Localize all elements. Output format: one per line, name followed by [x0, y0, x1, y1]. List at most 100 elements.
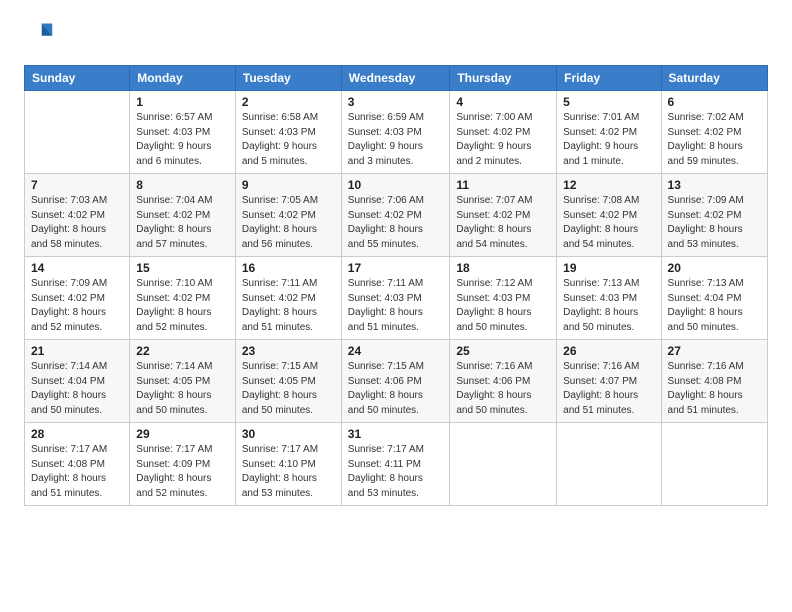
- day-number: 8: [136, 178, 229, 192]
- day-number: 16: [242, 261, 335, 275]
- day-number: 23: [242, 344, 335, 358]
- day-number: 20: [668, 261, 761, 275]
- day-info: Sunrise: 7:09 AM Sunset: 4:02 PM Dayligh…: [668, 194, 761, 252]
- day-info: Sunrise: 7:06 AM Sunset: 4:02 PM Dayligh…: [348, 194, 444, 252]
- day-number: 10: [348, 178, 444, 192]
- week-row-5: 28 Sunrise: 7:17 AM Sunset: 4:08 PM Dayli…: [25, 423, 768, 506]
- day-number: 2: [242, 95, 335, 109]
- calendar-cell: 1Sunrise: 6:57 AM Sunset: 4:03 PM Daylig…: [130, 91, 236, 174]
- day-info: Sunrise: 7:16 AM Sunset: 4:08 PM Dayligh…: [668, 360, 761, 418]
- calendar-cell: [450, 423, 557, 506]
- calendar-cell: 5Sunrise: 7:01 AM Sunset: 4:02 PM Daylig…: [557, 91, 661, 174]
- calendar-cell: 26 Sunrise: 7:16 AM Sunset: 4:07 PM Dayli…: [557, 340, 661, 423]
- page: SundayMondayTuesdayWednesdayThursdayFrid…: [0, 0, 792, 612]
- weekday-header-sunday: Sunday: [25, 66, 130, 91]
- calendar-cell: 3 Sunrise: 6:59 AM Sunset: 4:03 PM Daylig…: [341, 91, 450, 174]
- calendar-cell: 6 Sunrise: 7:02 AM Sunset: 4:02 PM Daylig…: [661, 91, 767, 174]
- calendar-cell: 19Sunrise: 7:13 AM Sunset: 4:03 PM Dayli…: [557, 257, 661, 340]
- calendar-cell: 2 Sunrise: 6:58 AM Sunset: 4:03 PM Daylig…: [235, 91, 341, 174]
- day-info: Sunrise: 7:11 AM Sunset: 4:03 PM Dayligh…: [348, 277, 444, 335]
- calendar-cell: 18Sunrise: 7:12 AM Sunset: 4:03 PM Dayli…: [450, 257, 557, 340]
- calendar-cell: 27 Sunrise: 7:16 AM Sunset: 4:08 PM Dayli…: [661, 340, 767, 423]
- day-info: Sunrise: 7:01 AM Sunset: 4:02 PM Dayligh…: [563, 111, 654, 169]
- day-info: Sunrise: 7:11 AM Sunset: 4:02 PM Dayligh…: [242, 277, 335, 335]
- calendar-table: SundayMondayTuesdayWednesdayThursdayFrid…: [24, 65, 768, 506]
- weekday-header-tuesday: Tuesday: [235, 66, 341, 91]
- calendar-cell: 10 Sunrise: 7:06 AM Sunset: 4:02 PM Dayli…: [341, 174, 450, 257]
- calendar-cell: 4 Sunrise: 7:00 AM Sunset: 4:02 PM Daylig…: [450, 91, 557, 174]
- day-info: Sunrise: 7:09 AM Sunset: 4:02 PM Dayligh…: [31, 277, 123, 335]
- calendar-cell: 22Sunrise: 7:14 AM Sunset: 4:05 PM Dayli…: [130, 340, 236, 423]
- day-number: 3: [348, 95, 444, 109]
- calendar-cell: 9 Sunrise: 7:05 AM Sunset: 4:02 PM Daylig…: [235, 174, 341, 257]
- day-info: Sunrise: 7:10 AM Sunset: 4:02 PM Dayligh…: [136, 277, 229, 335]
- day-info: Sunrise: 6:59 AM Sunset: 4:03 PM Dayligh…: [348, 111, 444, 169]
- day-info: Sunrise: 7:07 AM Sunset: 4:02 PM Dayligh…: [456, 194, 550, 252]
- week-row-3: 14 Sunrise: 7:09 AM Sunset: 4:02 PM Dayli…: [25, 257, 768, 340]
- week-row-1: 1Sunrise: 6:57 AM Sunset: 4:03 PM Daylig…: [25, 91, 768, 174]
- day-number: 24: [348, 344, 444, 358]
- calendar-cell: 30 Sunrise: 7:17 AM Sunset: 4:10 PM Dayli…: [235, 423, 341, 506]
- calendar-cell: [661, 423, 767, 506]
- calendar-cell: 14 Sunrise: 7:09 AM Sunset: 4:02 PM Dayli…: [25, 257, 130, 340]
- day-info: Sunrise: 7:03 AM Sunset: 4:02 PM Dayligh…: [31, 194, 123, 252]
- day-info: Sunrise: 7:14 AM Sunset: 4:04 PM Dayligh…: [31, 360, 123, 418]
- logo: [24, 20, 54, 53]
- day-number: 11: [456, 178, 550, 192]
- day-info: Sunrise: 7:17 AM Sunset: 4:09 PM Dayligh…: [136, 443, 229, 501]
- calendar-cell: 31 Sunrise: 7:17 AM Sunset: 4:11 PM Dayli…: [341, 423, 450, 506]
- day-info: Sunrise: 6:58 AM Sunset: 4:03 PM Dayligh…: [242, 111, 335, 169]
- day-number: 15: [136, 261, 229, 275]
- day-number: 14: [31, 261, 123, 275]
- calendar-cell: 13Sunrise: 7:09 AM Sunset: 4:02 PM Dayli…: [661, 174, 767, 257]
- day-number: 28: [31, 427, 123, 441]
- day-number: 27: [668, 344, 761, 358]
- day-number: 26: [563, 344, 654, 358]
- calendar-cell: 29Sunrise: 7:17 AM Sunset: 4:09 PM Dayli…: [130, 423, 236, 506]
- calendar-cell: 17 Sunrise: 7:11 AM Sunset: 4:03 PM Dayli…: [341, 257, 450, 340]
- day-number: 17: [348, 261, 444, 275]
- day-info: Sunrise: 7:16 AM Sunset: 4:06 PM Dayligh…: [456, 360, 550, 418]
- day-info: Sunrise: 7:02 AM Sunset: 4:02 PM Dayligh…: [668, 111, 761, 169]
- day-number: 30: [242, 427, 335, 441]
- calendar-cell: 23 Sunrise: 7:15 AM Sunset: 4:05 PM Dayli…: [235, 340, 341, 423]
- day-number: 4: [456, 95, 550, 109]
- header: [24, 20, 768, 53]
- day-info: Sunrise: 7:00 AM Sunset: 4:02 PM Dayligh…: [456, 111, 550, 169]
- day-info: Sunrise: 7:12 AM Sunset: 4:03 PM Dayligh…: [456, 277, 550, 335]
- day-info: Sunrise: 7:17 AM Sunset: 4:08 PM Dayligh…: [31, 443, 123, 501]
- day-info: Sunrise: 7:17 AM Sunset: 4:10 PM Dayligh…: [242, 443, 335, 501]
- calendar-cell: 28 Sunrise: 7:17 AM Sunset: 4:08 PM Dayli…: [25, 423, 130, 506]
- day-number: 25: [456, 344, 550, 358]
- day-number: 1: [136, 95, 229, 109]
- day-number: 6: [668, 95, 761, 109]
- weekday-header-monday: Monday: [130, 66, 236, 91]
- calendar-cell: 16 Sunrise: 7:11 AM Sunset: 4:02 PM Dayli…: [235, 257, 341, 340]
- calendar-cell: 24 Sunrise: 7:15 AM Sunset: 4:06 PM Dayli…: [341, 340, 450, 423]
- day-info: Sunrise: 7:04 AM Sunset: 4:02 PM Dayligh…: [136, 194, 229, 252]
- calendar-cell: 15 Sunrise: 7:10 AM Sunset: 4:02 PM Dayli…: [130, 257, 236, 340]
- calendar-cell: 20 Sunrise: 7:13 AM Sunset: 4:04 PM Dayli…: [661, 257, 767, 340]
- day-info: Sunrise: 7:05 AM Sunset: 4:02 PM Dayligh…: [242, 194, 335, 252]
- day-number: 9: [242, 178, 335, 192]
- day-number: 21: [31, 344, 123, 358]
- calendar-cell: 25 Sunrise: 7:16 AM Sunset: 4:06 PM Dayli…: [450, 340, 557, 423]
- weekday-header-wednesday: Wednesday: [341, 66, 450, 91]
- weekday-header-thursday: Thursday: [450, 66, 557, 91]
- day-info: Sunrise: 7:08 AM Sunset: 4:02 PM Dayligh…: [563, 194, 654, 252]
- weekday-header-row: SundayMondayTuesdayWednesdayThursdayFrid…: [25, 66, 768, 91]
- day-number: 31: [348, 427, 444, 441]
- calendar-cell: 21 Sunrise: 7:14 AM Sunset: 4:04 PM Dayli…: [25, 340, 130, 423]
- weekday-header-friday: Friday: [557, 66, 661, 91]
- day-info: Sunrise: 7:15 AM Sunset: 4:06 PM Dayligh…: [348, 360, 444, 418]
- day-info: Sunrise: 7:16 AM Sunset: 4:07 PM Dayligh…: [563, 360, 654, 418]
- day-info: Sunrise: 7:17 AM Sunset: 4:11 PM Dayligh…: [348, 443, 444, 501]
- day-info: Sunrise: 7:13 AM Sunset: 4:03 PM Dayligh…: [563, 277, 654, 335]
- day-info: Sunrise: 7:15 AM Sunset: 4:05 PM Dayligh…: [242, 360, 335, 418]
- logo-icon: [26, 20, 54, 48]
- day-info: Sunrise: 7:13 AM Sunset: 4:04 PM Dayligh…: [668, 277, 761, 335]
- week-row-4: 21 Sunrise: 7:14 AM Sunset: 4:04 PM Dayli…: [25, 340, 768, 423]
- calendar-cell: [25, 91, 130, 174]
- day-number: 12: [563, 178, 654, 192]
- day-number: 22: [136, 344, 229, 358]
